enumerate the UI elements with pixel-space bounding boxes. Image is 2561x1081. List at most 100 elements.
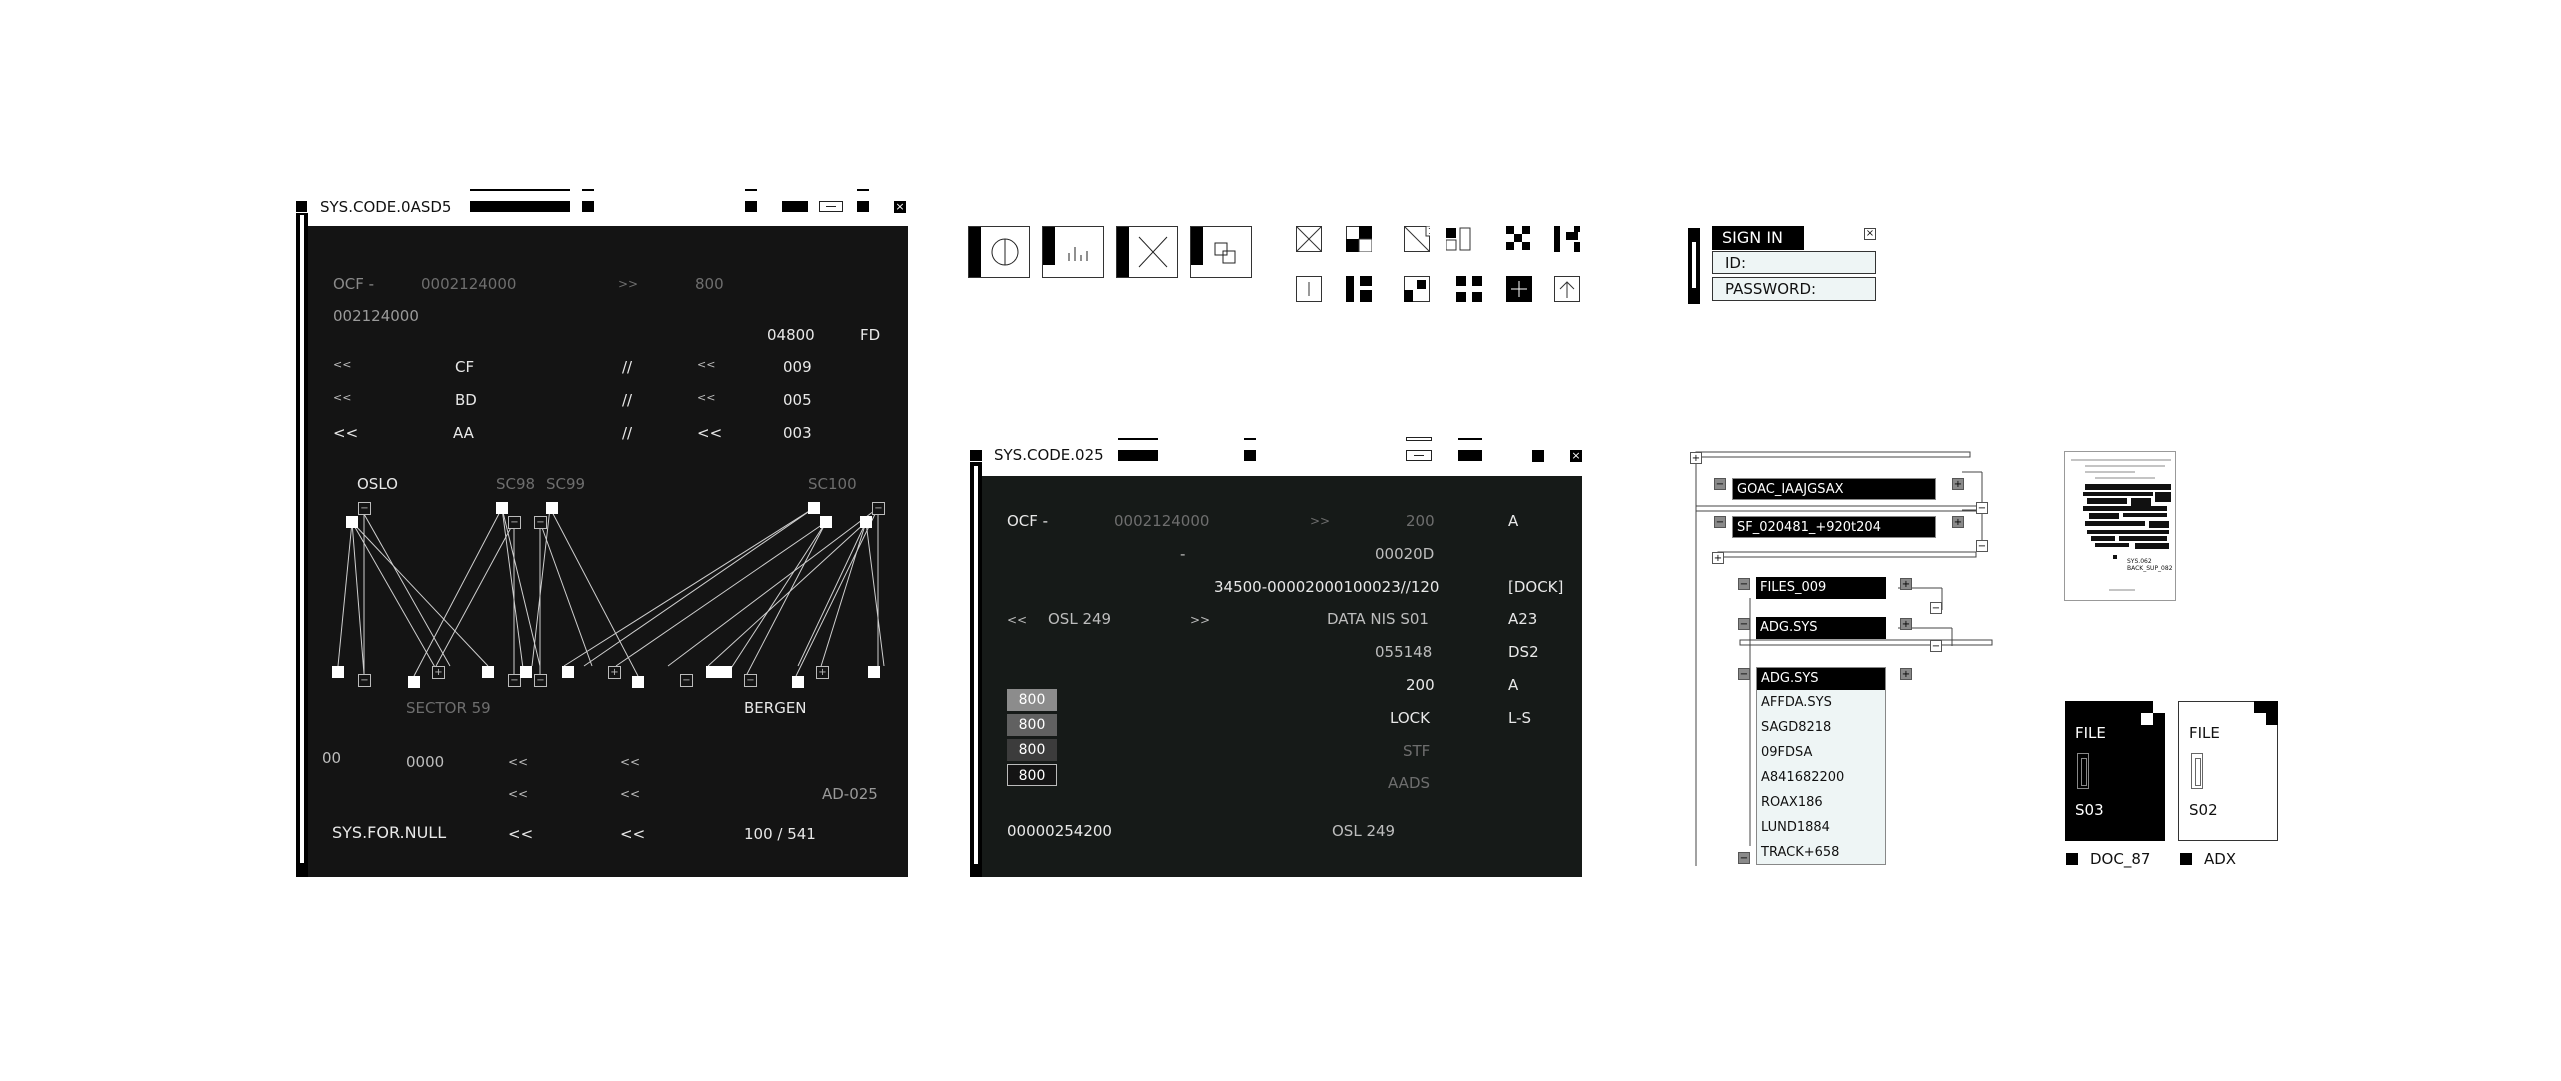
window-menu-handle[interactable] [970,450,982,461]
tree-item-goac[interactable]: GOAC_IAAJGSAX [1732,478,1936,500]
document-thumbnail[interactable]: SYS.062 BACK_SUP_082 [2064,451,2176,601]
node-port[interactable]: − [534,674,547,687]
quadrant-icon[interactable] [1346,226,1372,252]
node-bottom[interactable] [520,666,532,678]
four-squares-icon[interactable] [1456,276,1482,302]
crossed-box-icon[interactable] [1296,226,1322,252]
tree-collapse-toggle[interactable]: − [1714,516,1726,528]
list-item[interactable]: ROAX186 [1761,795,1823,811]
node-port[interactable]: − [534,516,547,529]
tree-expand-toggle[interactable]: + [1952,516,1964,528]
close-button[interactable]: × [1570,450,1582,462]
restore-button[interactable] [819,201,843,212]
tree-collapse-toggle[interactable]: − [1714,478,1726,490]
maximize-button[interactable] [782,201,808,212]
node-port[interactable]: − [680,674,693,687]
title-marker-square[interactable] [1244,450,1256,461]
grid-blocks-icon[interactable] [1554,226,1580,252]
tool-chart[interactable] [1042,226,1104,278]
tree-item-sf[interactable]: SF_020481_+920t204 [1732,516,1936,538]
cross-icon [1138,236,1168,268]
line-box-icon[interactable] [1296,276,1322,302]
password-field[interactable]: PASSWORD: [1712,277,1876,301]
node-sc99[interactable] [546,502,558,514]
node-bottom[interactable] [332,666,344,678]
restore-button[interactable] [1406,450,1432,461]
tree-collapse-toggle[interactable]: − [1738,852,1750,864]
node-bottom[interactable] [792,676,804,688]
tree-expand-toggle[interactable]: + [1952,478,1964,490]
tree-collapse-toggle[interactable]: − [1738,578,1750,590]
signin-scrollbar[interactable] [1692,242,1696,288]
tree-expand-toggle[interactable]: + [1900,668,1912,680]
frame-blocks-icon[interactable] [1404,276,1430,302]
node-bottom[interactable] [632,676,644,688]
node-port[interactable]: − [872,502,885,515]
list-item[interactable]: AFFDA.SYS [1761,695,1832,711]
list-item[interactable]: A841682200 [1761,770,1844,786]
level-box-1[interactable]: 800 [1007,689,1057,711]
title-marker-square[interactable] [582,201,594,212]
file-card-s02[interactable]: FILE S02 [2178,701,2278,841]
list-item[interactable]: LUND1884 [1761,820,1830,836]
file-caption-marker [2066,853,2078,865]
checker-icon[interactable] [1506,226,1532,252]
tree-collapse-toggle[interactable]: − [1930,602,1942,614]
tree-item-adg-sys[interactable]: ADG.SYS [1756,617,1886,639]
tool-cross[interactable] [1116,226,1178,278]
node-port[interactable]: − [744,674,757,687]
level-box-2[interactable]: 800 [1007,714,1057,736]
node-port[interactable]: − [358,674,371,687]
signin-close-button[interactable]: × [1864,228,1876,240]
tree-item-adg-sys-open[interactable]: ADG.SYS [1757,668,1885,690]
close-button[interactable]: × [894,201,906,213]
upload-icon[interactable] [1554,276,1580,302]
value-055148: 055148 [1375,643,1433,661]
node-bottom[interactable] [868,666,880,678]
tree-expand-toggle[interactable]: + [1900,578,1912,590]
minimize-button[interactable] [1532,450,1544,462]
maximize-button[interactable] [1458,450,1482,461]
list-item[interactable]: SAGD8218 [1761,720,1831,736]
node-port[interactable]: + [432,666,445,679]
tree-collapse-toggle[interactable]: − [1738,668,1750,680]
tree-expand-toggle[interactable]: + [1712,552,1724,564]
node-port[interactable]: + [608,666,621,679]
node-sc100[interactable] [808,502,820,514]
diagonal-box-icon[interactable]: 1 [1404,226,1430,252]
tree-expand-toggle[interactable]: + [1900,618,1912,630]
tree-item-files[interactable]: FILES_009 [1756,577,1886,599]
id-field[interactable]: ID: [1712,251,1876,274]
tree-collapse-toggle[interactable]: − [1738,618,1750,630]
node-port[interactable]: − [358,502,371,515]
node-bottom[interactable] [562,666,574,678]
node-port[interactable]: − [508,516,521,529]
list-item[interactable]: 09FDSA [1761,745,1812,761]
tool-circle[interactable] [968,226,1030,278]
minimize-button[interactable] [745,201,757,212]
node-port[interactable]: + [816,666,829,679]
pin-button[interactable] [857,201,869,212]
window-menu-handle[interactable] [296,201,307,212]
node-sc100-b[interactable] [820,516,832,528]
tool-squares[interactable] [1190,226,1252,278]
tree-collapse-toggle[interactable]: − [1930,640,1942,652]
node-bergen[interactable] [706,666,732,678]
node-oslo[interactable] [346,516,358,528]
list-item[interactable]: TRACK+658 [1761,845,1839,861]
level-box-4[interactable]: 800 [1007,764,1057,786]
level-box-3[interactable]: 800 [1007,739,1057,761]
node-sc100-c[interactable] [860,516,872,528]
tree-expand-root[interactable]: + [1690,452,1702,464]
plus-box-icon[interactable] [1506,276,1532,302]
tree-collapse-toggle[interactable]: − [1976,502,1988,514]
split-block-icon[interactable] [1446,226,1472,252]
tree-collapse-toggle[interactable]: − [1976,540,1988,552]
node-sector[interactable] [408,676,420,688]
tall-blocks-icon[interactable] [1346,276,1372,302]
file-card-s03[interactable]: FILE S03 [2065,701,2165,841]
window-scrollbar[interactable] [300,215,304,863]
window-scrollbar[interactable] [974,466,978,864]
node-bottom[interactable] [482,666,494,678]
node-sc98[interactable] [496,502,508,514]
